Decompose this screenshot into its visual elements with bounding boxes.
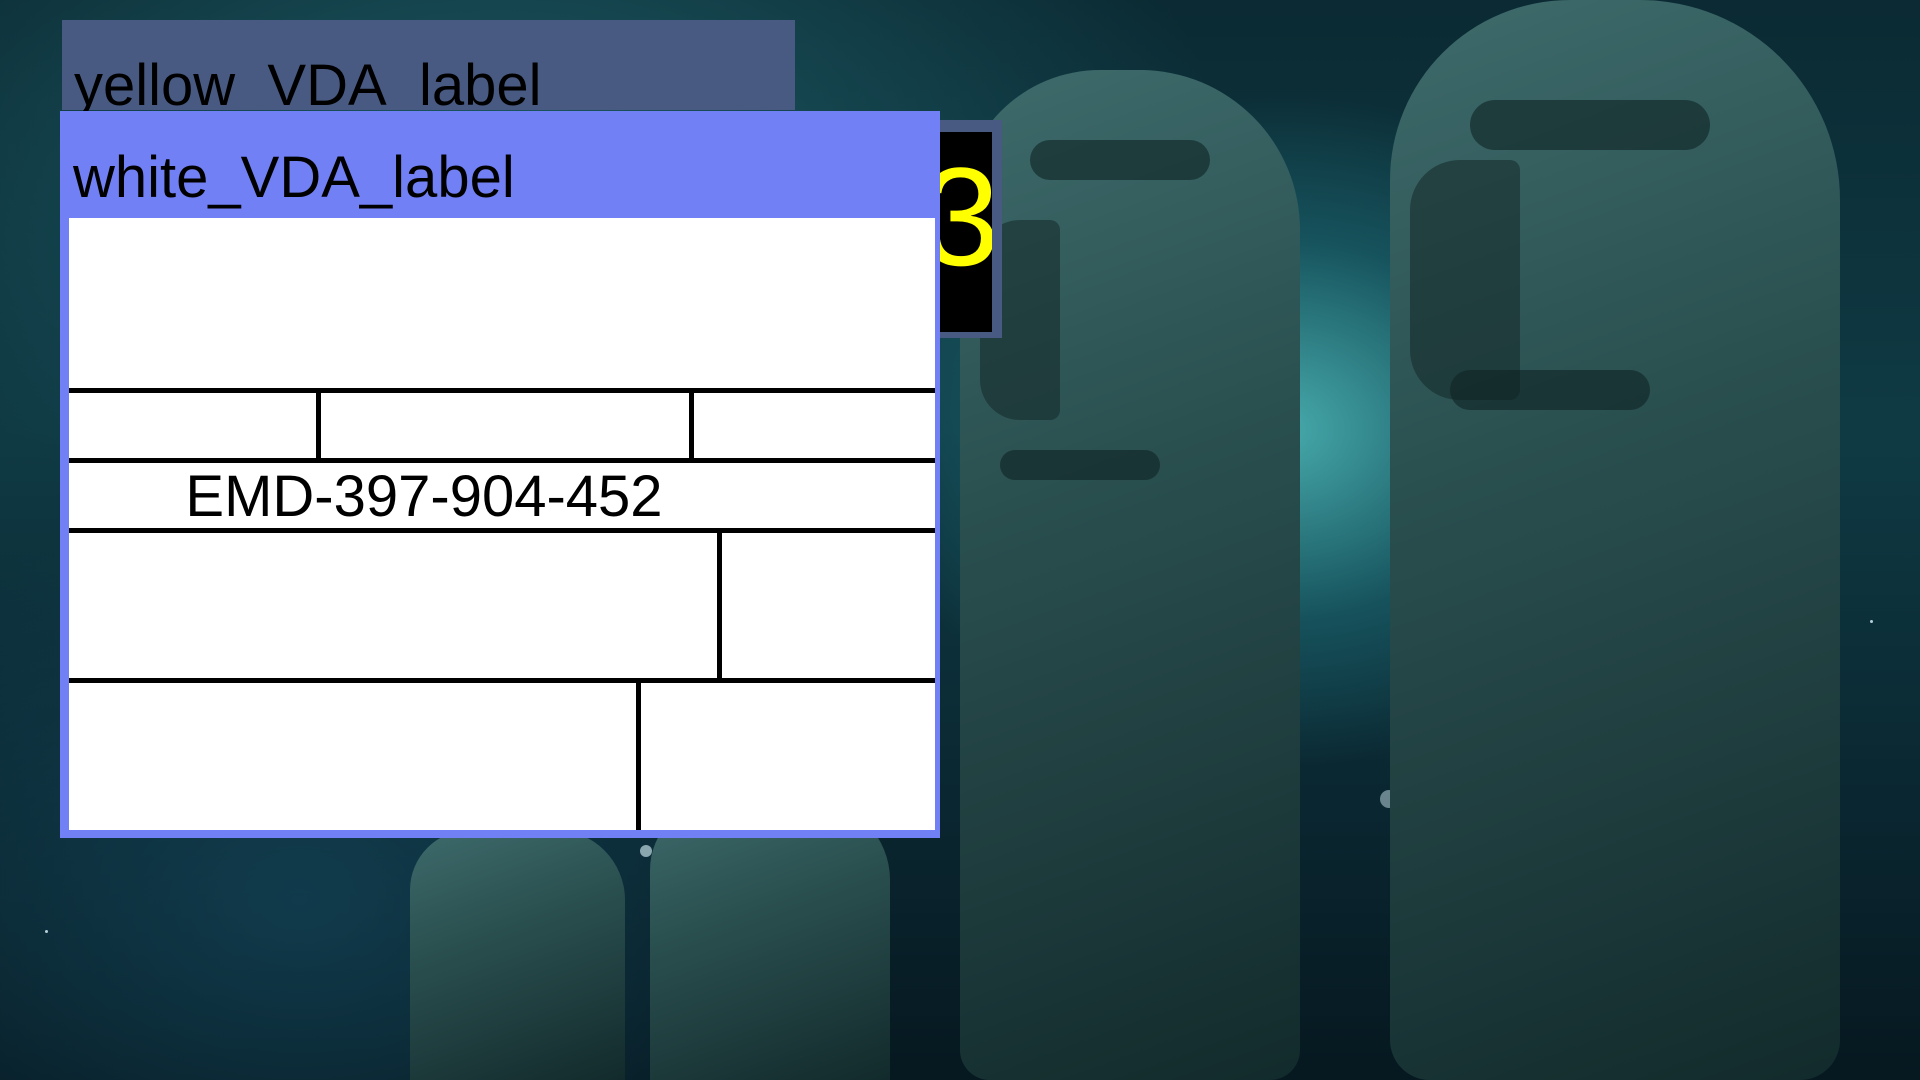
star — [1870, 620, 1873, 623]
moai-statue-center — [960, 70, 1300, 1080]
window-title: yellow_VDA_label — [74, 53, 542, 118]
star — [45, 930, 48, 933]
document-id: EMD-397-904-452 — [185, 464, 663, 529]
window-title: white_VDA_label — [73, 145, 515, 210]
form-cell-header[interactable] — [69, 218, 935, 388]
form-cell-row5-b[interactable] — [641, 683, 935, 830]
white-label-window[interactable]: white_VDA_label EMD-397-904-452 — [60, 111, 940, 838]
yellow-label-window[interactable]: yellow_VDA_label — [62, 20, 795, 118]
label-form: EMD-397-904-452 — [69, 218, 935, 830]
moai-statue-right — [1390, 0, 1840, 1080]
form-cell-row5-a[interactable] — [69, 683, 636, 830]
moai-statue-mid-left — [650, 800, 890, 1080]
form-cell-document-id[interactable]: EMD-397-904-452 — [69, 463, 935, 529]
form-cell-row2-b[interactable] — [321, 393, 689, 458]
moai-statue-far-left — [410, 830, 625, 1080]
form-cell-row4-b[interactable] — [722, 533, 935, 678]
form-cell-row2-a[interactable] — [69, 393, 316, 458]
form-cell-row2-c[interactable] — [694, 393, 935, 458]
window-titlebar[interactable]: white_VDA_label — [60, 111, 940, 214]
star — [640, 845, 652, 857]
form-cell-row4-a[interactable] — [69, 533, 717, 678]
